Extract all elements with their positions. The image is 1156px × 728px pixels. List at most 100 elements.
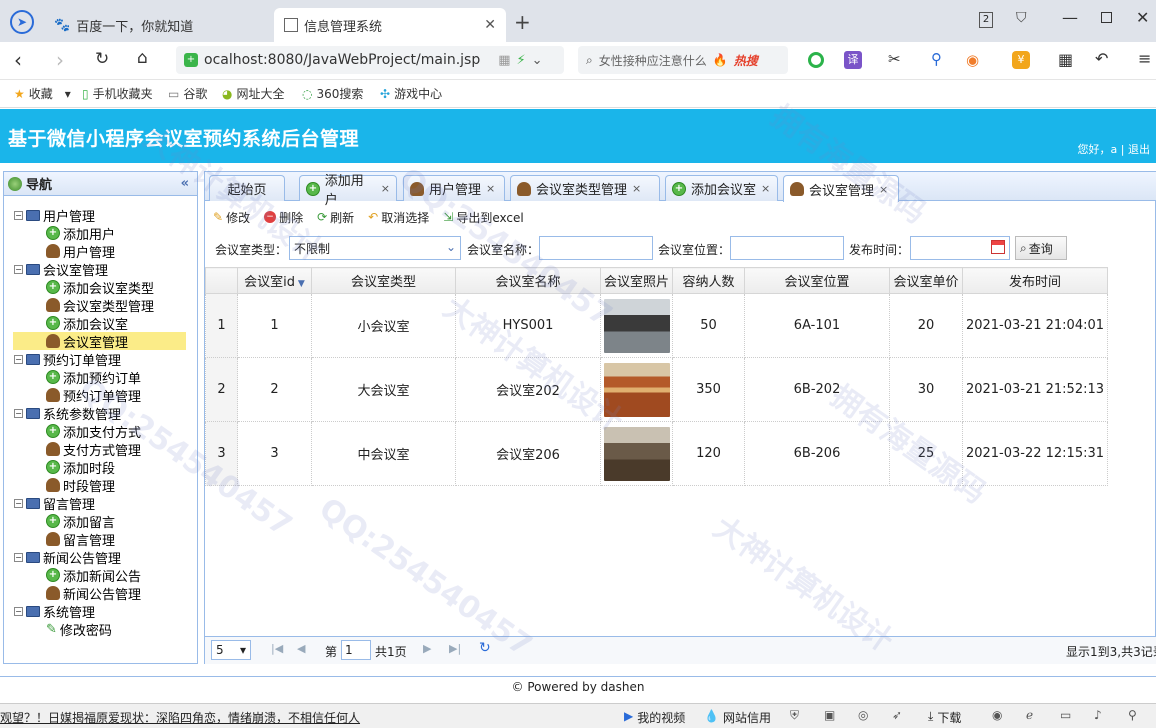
collapse-icon[interactable]: « xyxy=(181,176,189,191)
my-video[interactable]: ▶ 我的视频 xyxy=(624,709,685,726)
bookmark-favorites[interactable]: ★ 收藏 ▾ xyxy=(14,85,71,102)
sidebar-item[interactable]: + 添加预约订单 xyxy=(46,368,141,387)
bookmark-games[interactable]: ✣ 游戏中心 xyxy=(380,85,442,102)
shield-icon[interactable]: ⛨ xyxy=(790,708,799,723)
browser-logo-icon[interactable]: ➤ xyxy=(10,10,34,34)
maximize-icon[interactable] xyxy=(1101,12,1112,23)
sidebar-item[interactable]: 留言管理 xyxy=(46,530,115,549)
browser-icon[interactable]: ℯ xyxy=(1026,708,1033,722)
tab-add-room[interactable]: + 添加会议室 × xyxy=(665,175,778,201)
game-icon[interactable]: ◉ xyxy=(966,51,979,69)
reload-icon[interactable]: ↻ xyxy=(95,49,109,69)
column-header-price[interactable]: 会议室单价 xyxy=(889,267,963,294)
close-icon[interactable]: × xyxy=(381,182,390,195)
game-icon[interactable]: ◉ xyxy=(992,708,1002,722)
nav-group[interactable]: − 新闻公告管理 xyxy=(14,548,121,567)
room-photo[interactable] xyxy=(603,298,670,353)
image-icon[interactable]: ▣ xyxy=(824,708,835,722)
type-select[interactable]: 不限制 ⌄ xyxy=(289,236,461,260)
table-row[interactable]: 2 2 大会议室 会议室202 350 6B-202 30 2021-03-21… xyxy=(205,357,1108,422)
new-tab-icon[interactable]: + xyxy=(514,10,531,34)
collapse-toggle-icon[interactable]: − xyxy=(14,498,23,508)
bookmark-sites[interactable]: ◕ 网址大全 xyxy=(222,85,285,102)
nav-group[interactable]: − 会议室管理 xyxy=(14,260,108,279)
location-input[interactable] xyxy=(730,236,844,260)
close-icon[interactable]: × xyxy=(761,182,770,195)
prev-page-icon[interactable]: ◀ xyxy=(297,642,305,655)
sidebar-item[interactable]: + 添加支付方式 xyxy=(46,422,141,441)
sidebar-item[interactable]: 会议室管理 xyxy=(13,332,186,351)
speed-icon[interactable]: ◎ xyxy=(858,708,868,722)
sidebar-item[interactable]: + 添加会议室类型 xyxy=(46,278,154,297)
logout-link[interactable]: 退出 xyxy=(1128,143,1150,156)
nav-group[interactable]: − 系统管理 xyxy=(14,602,95,621)
column-header-id[interactable]: 会议室id ▼ xyxy=(237,267,312,294)
export-button[interactable]: ⇲ 导出到excel xyxy=(443,209,523,226)
room-photo[interactable] xyxy=(603,362,670,417)
sidebar-item[interactable]: 支付方式管理 xyxy=(46,440,141,459)
close-icon[interactable]: × xyxy=(486,182,495,195)
sidebar-item[interactable]: 新闻公告管理 xyxy=(46,584,141,603)
collapse-toggle-icon[interactable]: − xyxy=(14,264,23,274)
bookmark-360[interactable]: ◌ 360搜索 xyxy=(302,85,363,102)
query-button[interactable]: ⌕ 查询 xyxy=(1015,236,1067,260)
close-tab-icon[interactable]: ✕ xyxy=(484,17,496,33)
collapse-toggle-icon[interactable]: − xyxy=(14,210,23,220)
sidebar-item[interactable]: 预约订单管理 xyxy=(46,386,141,405)
sidebar-item[interactable]: 用户管理 xyxy=(46,242,115,261)
sidebar-item[interactable]: + 添加新闻公告 xyxy=(46,566,141,585)
edit-button[interactable]: ✎ 修改 xyxy=(213,209,250,226)
scissors-icon[interactable]: ✂ xyxy=(888,50,901,68)
room-photo[interactable] xyxy=(603,426,670,481)
ext-green-icon[interactable] xyxy=(808,52,824,68)
column-header-type[interactable]: 会议室类型 xyxy=(311,267,456,294)
nav-group[interactable]: − 用户管理 xyxy=(14,206,95,225)
collapse-toggle-icon[interactable]: − xyxy=(14,408,23,418)
search-box[interactable]: ⌕ 女性接种应注意什么 🔥 热搜 xyxy=(578,46,788,74)
sidebar-item[interactable]: + 添加时段 xyxy=(46,458,115,477)
refresh-button[interactable]: ⟳ 刷新 xyxy=(317,209,354,226)
column-header-location[interactable]: 会议室位置 xyxy=(744,267,890,294)
coin-icon[interactable]: ¥ xyxy=(1012,51,1030,69)
sidebar-item[interactable]: + 添加会议室 xyxy=(46,314,128,333)
collapse-toggle-icon[interactable]: − xyxy=(14,606,23,616)
first-page-icon[interactable]: |◀ xyxy=(271,642,283,655)
tab-counter[interactable]: 2 xyxy=(979,12,993,28)
column-header-photo[interactable]: 会议室照片 xyxy=(600,267,673,294)
table-row[interactable]: 3 3 中会议室 会议室206 120 6B-206 25 2021-03-22… xyxy=(205,421,1108,486)
room-name-input[interactable] xyxy=(539,236,653,260)
news-ticker[interactable]: 观望？！日媒揭福原爱现状：深陷四角恋，情绪崩溃，不相信任何人 xyxy=(0,709,360,726)
zoom-icon[interactable]: ⚲ xyxy=(1128,708,1137,722)
shirt-icon[interactable]: ⛉ xyxy=(1016,10,1027,26)
browser-tab-active[interactable]: 信息管理系统 ✕ xyxy=(274,8,506,42)
menu-icon[interactable]: ≡ xyxy=(1138,49,1151,68)
close-icon[interactable]: × xyxy=(879,183,888,196)
home-icon[interactable]: ⌂ xyxy=(137,48,148,68)
bookmark-mobile[interactable]: ▯ 手机收藏夹 xyxy=(82,85,153,102)
bolt-icon[interactable]: ⚡ xyxy=(517,53,526,68)
translate-icon[interactable]: 译 xyxy=(844,51,862,69)
site-credit[interactable]: 💧 网站信用 xyxy=(704,709,771,726)
table-row[interactable]: 1 1 小会议室 HYS001 50 6A-101 20 2021-03-21 … xyxy=(205,293,1108,358)
nav-group[interactable]: − 预约订单管理 xyxy=(14,350,121,369)
tab-add-user[interactable]: + 添加用户 × xyxy=(299,174,397,208)
close-icon[interactable]: × xyxy=(632,182,641,195)
grid-icon[interactable]: ▦ xyxy=(1058,50,1073,69)
back-icon[interactable]: ‹ xyxy=(14,48,22,72)
sidebar-item[interactable]: + 添加留言 xyxy=(46,512,115,531)
qr-icon[interactable]: ▦ xyxy=(498,53,510,68)
rocket-icon[interactable]: ➶ xyxy=(892,708,902,722)
delete-button[interactable]: − 删除 xyxy=(264,209,303,226)
tab-room-type-manage[interactable]: 会议室类型管理 × xyxy=(510,175,660,201)
column-header-time[interactable]: 发布时间 xyxy=(962,267,1108,294)
nav-group[interactable]: − 系统参数管理 xyxy=(14,404,121,423)
sidebar-item[interactable]: 会议室类型管理 xyxy=(46,296,154,315)
collapse-toggle-icon[interactable]: − xyxy=(14,354,23,364)
sidebar-item[interactable]: ✎ 修改密码 xyxy=(46,620,112,639)
refresh-icon[interactable]: ↻ xyxy=(479,640,491,656)
tab-room-manage[interactable]: 会议室管理 × xyxy=(783,175,899,202)
tab-user-manage[interactable]: 用户管理 × xyxy=(403,175,505,201)
close-window-icon[interactable]: ✕ xyxy=(1136,8,1149,27)
window-icon[interactable]: ▭ xyxy=(1060,708,1071,722)
column-header-name[interactable]: 会议室名称 xyxy=(455,267,601,294)
